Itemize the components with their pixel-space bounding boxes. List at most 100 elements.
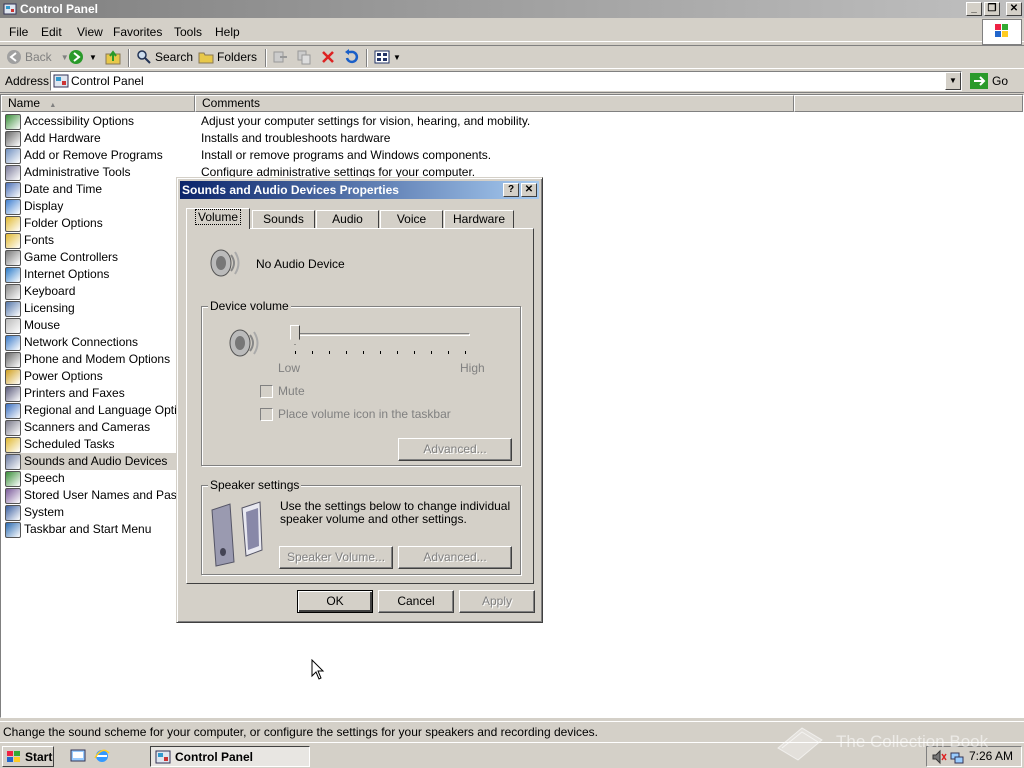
help-button[interactable]: ?: [503, 183, 519, 197]
list-item-name-cell[interactable]: System: [5, 504, 177, 521]
network-tray-icon[interactable]: [949, 749, 965, 765]
back-button[interactable]: Back ▼: [6, 49, 69, 65]
address-bar: Address Control Panel ▼ Go: [0, 69, 1024, 93]
list-item-name-cell[interactable]: Scanners and Cameras: [5, 419, 177, 436]
slider-tick: [448, 351, 449, 354]
list-item-name-cell[interactable]: Add or Remove Programs: [5, 147, 177, 164]
list-item-name-cell[interactable]: Internet Options: [5, 266, 177, 283]
show-desktop-icon[interactable]: [70, 748, 86, 764]
folders-button[interactable]: Folders: [198, 49, 257, 65]
volume-advanced-button[interactable]: Advanced...: [398, 438, 512, 461]
list-item-name-cell[interactable]: Network Connections: [5, 334, 177, 351]
list-item-name-cell[interactable]: Add Hardware: [5, 130, 177, 147]
menu-tools[interactable]: Tools: [174, 25, 202, 39]
restore-button[interactable]: ❐: [984, 2, 1000, 16]
licensing-icon: [5, 300, 21, 317]
taskbar-button-control-panel[interactable]: Control Panel: [150, 746, 310, 767]
up-folder-button[interactable]: [105, 49, 121, 65]
go-button[interactable]: Go: [970, 73, 1008, 89]
list-item-name-cell[interactable]: Date and Time: [5, 181, 177, 198]
list-item-name-cell[interactable]: Regional and Language Options: [5, 402, 177, 419]
minimize-button[interactable]: _: [966, 2, 982, 16]
menu-edit[interactable]: Edit: [41, 25, 62, 39]
administrative-tools-icon: [5, 164, 21, 181]
ok-button[interactable]: OK: [297, 590, 373, 613]
list-item[interactable]: Accessibility Options Adjust your compute…: [1, 113, 1024, 130]
list-item-name-cell[interactable]: Mouse: [5, 317, 177, 334]
list-item-label: Game Controllers: [24, 250, 119, 264]
menu-view[interactable]: View: [77, 25, 103, 39]
tab-audio[interactable]: Audio: [316, 210, 379, 228]
close-button[interactable]: ✕: [1006, 2, 1022, 16]
dialog-close-button[interactable]: ✕: [521, 183, 537, 197]
forward-button[interactable]: ▼: [68, 49, 97, 65]
forward-dropdown-icon[interactable]: ▼: [89, 53, 97, 62]
speech-icon: [5, 470, 21, 487]
speaker-advanced-button[interactable]: Advanced...: [398, 546, 512, 569]
dialog-title: Sounds and Audio Devices Properties: [182, 183, 399, 197]
add-hardware-icon: [5, 130, 21, 147]
keyboard-icon: [5, 283, 21, 300]
slider-tick: [295, 351, 296, 354]
list-item-name-cell[interactable]: Accessibility Options: [5, 113, 177, 130]
list-item-name-cell[interactable]: Phone and Modem Options: [5, 351, 177, 368]
list-item-name-cell[interactable]: Game Controllers: [5, 249, 177, 266]
device-volume-group: Device volume Low High Mute Place volume…: [201, 299, 521, 466]
list-item-name-cell[interactable]: Sounds and Audio Devices: [5, 453, 177, 470]
move-to-button[interactable]: [272, 49, 288, 65]
list-item-name-cell[interactable]: Taskbar and Start Menu: [5, 521, 177, 538]
tab-voice[interactable]: Voice: [380, 210, 443, 228]
list-item-name-cell[interactable]: Printers and Faxes: [5, 385, 177, 402]
list-item-name-cell[interactable]: Administrative Tools: [5, 164, 177, 181]
list-item-name-cell[interactable]: Scheduled Tasks: [5, 436, 177, 453]
search-button[interactable]: Search: [136, 49, 193, 65]
list-item-name-cell[interactable]: Power Options: [5, 368, 177, 385]
list-item[interactable]: Add or Remove Programs Install or remove …: [1, 147, 1024, 164]
control-panel-icon: [53, 74, 69, 88]
list-item-label: Add or Remove Programs: [24, 148, 163, 162]
tab-hardware[interactable]: Hardware: [444, 210, 514, 228]
mute-label: Mute: [278, 384, 305, 398]
menu-favorites[interactable]: Favorites: [113, 25, 162, 39]
internet-explorer-icon[interactable]: [94, 748, 110, 764]
tab-sounds[interactable]: Sounds: [252, 210, 315, 228]
column-comments-label: Comments: [202, 96, 261, 110]
taskbar-start-menu-icon: [5, 521, 21, 538]
list-item-name-cell[interactable]: Licensing: [5, 300, 177, 317]
list-item-name-cell[interactable]: Speech: [5, 470, 177, 487]
list-item-name-cell[interactable]: Display: [5, 198, 177, 215]
address-input[interactable]: Control Panel ▼: [50, 71, 962, 91]
column-header-name[interactable]: Name ▲: [1, 95, 195, 112]
volume-speaker-icon: [229, 329, 259, 357]
mute-checkbox[interactable]: [260, 385, 273, 398]
undo-icon: [345, 49, 359, 64]
tray-icon-checkbox[interactable]: [260, 408, 273, 421]
address-dropdown-button[interactable]: ▼: [945, 72, 961, 90]
list-item-name-cell[interactable]: Keyboard: [5, 283, 177, 300]
undo-button[interactable]: [343, 49, 359, 65]
volume-slider[interactable]: [290, 325, 474, 359]
apply-button[interactable]: Apply: [459, 590, 535, 613]
list-item-label: Regional and Language Options: [24, 403, 177, 417]
menu-file[interactable]: File: [9, 25, 28, 39]
list-item-name-cell[interactable]: Fonts: [5, 232, 177, 249]
column-header-comments[interactable]: Comments: [195, 95, 794, 112]
stored-user-names-icon: [5, 487, 21, 504]
speaker-tray-icon[interactable]: [931, 749, 947, 765]
delete-button[interactable]: [320, 49, 336, 65]
tab-volume-label: Volume: [194, 209, 242, 225]
game-controllers-icon: [5, 249, 21, 266]
slider-thumb[interactable]: [290, 325, 300, 345]
menu-help[interactable]: Help: [215, 25, 240, 39]
cancel-button[interactable]: Cancel: [378, 590, 454, 613]
list-item[interactable]: Add Hardware Installs and troubleshoots h…: [1, 130, 1024, 147]
copy-to-button[interactable]: [296, 49, 312, 65]
tab-volume[interactable]: Volume: [186, 208, 250, 229]
views-dropdown-icon[interactable]: ▼: [393, 53, 401, 62]
list-item-name-cell[interactable]: Stored User Names and Passwo: [5, 487, 177, 504]
start-button[interactable]: Start: [2, 746, 54, 767]
power-options-icon: [5, 368, 21, 385]
views-button[interactable]: ▼: [374, 49, 401, 65]
speaker-volume-button[interactable]: Speaker Volume...: [279, 546, 393, 569]
list-item-name-cell[interactable]: Folder Options: [5, 215, 177, 232]
